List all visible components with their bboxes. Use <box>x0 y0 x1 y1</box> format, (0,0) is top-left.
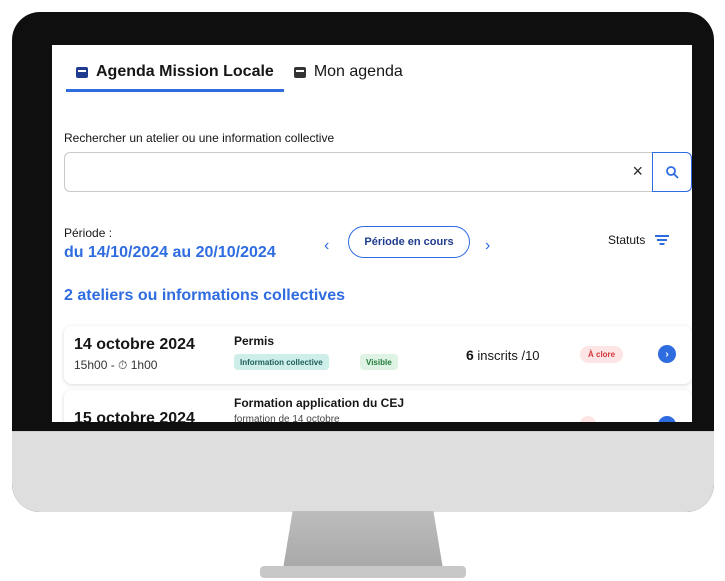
event-title: Permis <box>234 334 275 348</box>
filter-icon <box>655 235 670 245</box>
monitor-chin <box>12 431 714 512</box>
chevron-right-icon[interactable]: › <box>658 416 676 422</box>
inscrits-label: inscrits /10 <box>473 348 540 363</box>
results-count: 2 ateliers ou informations collectives <box>64 287 345 304</box>
chevron-right-icon[interactable]: › <box>658 345 676 363</box>
search-label: Rechercher un atelier ou une information… <box>64 131 335 145</box>
event-date: 14 octobre 2024 <box>74 336 195 353</box>
monitor-stand <box>283 511 443 569</box>
chevron-right-icon[interactable]: › <box>485 237 490 255</box>
event-title: Formation application du CEJ <box>234 396 405 410</box>
close-icon[interactable]: × <box>632 161 643 182</box>
app-screen: Agenda Mission Locale Mon agenda Recherc… <box>52 45 692 422</box>
tab-label: Mon agenda <box>313 63 403 80</box>
tab-agenda-mission-locale[interactable]: Agenda Mission Locale <box>66 55 284 92</box>
search-field: × <box>64 152 692 192</box>
inscrits-count: 6 inscrits /10 <box>466 347 540 363</box>
current-period-button[interactable]: Période en cours <box>348 226 470 258</box>
chevron-left-icon[interactable]: ‹ <box>324 237 329 255</box>
search-icon <box>666 166 679 179</box>
type-badge: Information collective <box>234 354 329 370</box>
tab-mon-agenda[interactable]: Mon agenda <box>284 55 413 89</box>
visibility-badge: Visible <box>360 354 398 370</box>
tab-label: Agenda Mission Locale <box>96 63 274 80</box>
statuts-filter-button[interactable]: Statuts <box>608 233 670 247</box>
statuts-label: Statuts <box>608 233 646 247</box>
status-badge <box>580 416 596 422</box>
event-card[interactable]: 14 octobre 2024 15h00 - ⏱ 1h00 Permis In… <box>64 326 692 384</box>
monitor-frame: Agenda Mission Locale Mon agenda Recherc… <box>12 12 714 512</box>
search-input[interactable] <box>75 161 619 185</box>
status-badge: À clore <box>580 346 624 363</box>
event-time: 15h00 - ⏱ 1h00 <box>74 358 158 372</box>
event-date: 15 octobre 2024 <box>74 410 195 422</box>
monitor-stand-base <box>260 566 466 578</box>
period-value: du 14/10/2024 au 20/10/2024 <box>64 244 276 261</box>
calendar-icon <box>76 66 88 78</box>
event-card[interactable]: 15 octobre 2024 Formation application du… <box>64 390 692 422</box>
inscrits-number: 6 <box>466 347 474 363</box>
search-button[interactable] <box>652 152 692 192</box>
period-label: Période : <box>64 226 113 240</box>
event-subtitle: formation de 14 octobre <box>234 414 340 422</box>
calendar-icon <box>293 66 306 78</box>
tab-bar: Agenda Mission Locale Mon agenda <box>66 55 413 92</box>
